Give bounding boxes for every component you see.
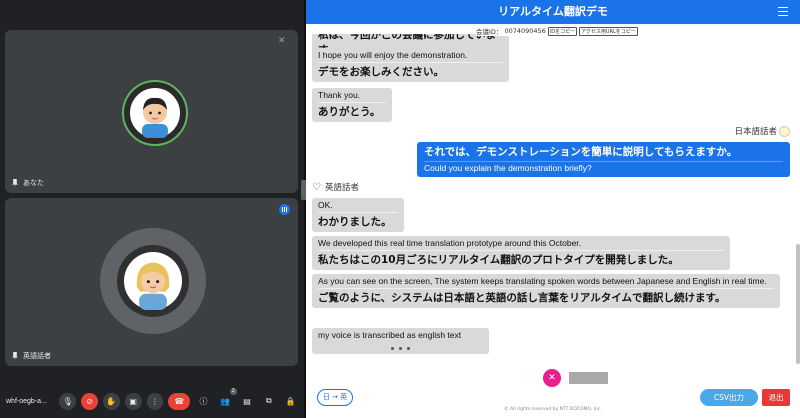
hang-up-icon[interactable]: ☎	[168, 392, 191, 410]
camera-off-icon[interactable]: ⊘	[81, 392, 98, 410]
chat-bubble: Thank you. ありがとう。	[312, 88, 392, 122]
audio-level-bar	[569, 372, 608, 384]
message-en: Could you explain the demonstration brie…	[424, 163, 592, 173]
participant-name: 英語話者	[23, 353, 51, 360]
pin-icon	[12, 352, 18, 360]
chat-bubble: As you can see on the screen, The system…	[312, 274, 780, 308]
copyright: © All rights reserved by NTT DOCOMO, Inc…	[504, 407, 602, 412]
speaker-avatar-icon: ♡	[312, 181, 321, 193]
meeting-id-label: 会議ID：	[476, 28, 503, 36]
meeting-info: 会議ID： 0074090456 IDをコピー アクセス用URLをコピー	[476, 26, 638, 36]
avatar-remote	[117, 245, 189, 317]
app-title: リアルタイム翻訳デモ	[498, 5, 608, 18]
message-en: As you can see on the screen, The system…	[318, 276, 774, 289]
typing-indicator	[318, 344, 483, 352]
video-tile-remote[interactable]: 英語話者	[5, 198, 298, 366]
people-icon[interactable]: 👥 2	[217, 387, 237, 410]
speaker-name: 英語話者	[325, 183, 360, 193]
speaker-name: 日本語話者	[734, 127, 777, 137]
activities-icon[interactable]: ⧉	[260, 393, 277, 410]
csv-export-button[interactable]: CSV出力	[700, 389, 758, 406]
message-en: We developed this real time translation …	[318, 238, 724, 251]
info-icon[interactable]: ⓘ	[195, 393, 212, 410]
chat-bubble-self: それでは、デモンストレーションを簡単に説明してもらえますか。 Could you…	[417, 142, 790, 177]
chat-bubble: I hope you will enjoy the demonstration.…	[312, 48, 509, 82]
pin-icon	[12, 179, 18, 187]
name-tag: 英語話者	[12, 351, 51, 361]
app-header: リアルタイム翻訳デモ	[306, 0, 800, 24]
name-tag: あなた	[12, 178, 44, 188]
message-en: my voice is transcribed as english text	[318, 330, 462, 340]
message-ja: ありがとう。	[318, 106, 381, 118]
lock-icon[interactable]: 🔒	[282, 393, 299, 410]
translation-app: リアルタイム翻訳デモ 会議ID： 0074090456 IDをコピー アクセス用…	[306, 0, 800, 418]
copy-id-button[interactable]: IDをコピー	[547, 26, 578, 36]
mic-icon[interactable]: 🎙	[59, 392, 77, 410]
video-tile-self[interactable]: ✕ あなた	[5, 30, 298, 193]
speaker-label-en: ♡ 英語話者	[312, 181, 360, 194]
boy-avatar-icon	[130, 88, 180, 138]
chat-bubble: We developed this real time translation …	[312, 236, 730, 270]
scrollbar[interactable]	[796, 244, 800, 364]
speaking-indicator-icon	[279, 204, 290, 215]
message-ja: わかりました。	[318, 216, 392, 228]
meeting-code: whf-oegb-a...	[6, 397, 47, 405]
message-ja: デモをお楽しみください。	[318, 66, 444, 78]
message-ja: ご覧のように、システムは日本語と英語の話し言葉をリアルタイムで翻訳し続けます。	[318, 292, 726, 304]
present-icon[interactable]: ▣	[124, 392, 142, 410]
meet-control-bar: whf-oegb-a... 🎙 ⊘ ✋ ▣ ⋮ ☎ ⓘ 👥 2 ▤ ⧉ 🔒	[0, 384, 304, 418]
speaker-label-ja: 日本語話者	[734, 125, 790, 137]
message-en: Thank you.	[318, 90, 386, 103]
mic-off-icon[interactable]: ✕	[543, 369, 561, 387]
menu-icon[interactable]	[778, 7, 788, 16]
speaker-avatar-icon	[779, 125, 790, 137]
language-direction-button[interactable]: 日 → 英	[317, 389, 353, 406]
meeting-id: 0074090456	[504, 27, 546, 35]
mic-muted-icon: ✕	[278, 36, 286, 46]
speaking-ring	[100, 228, 206, 334]
message-en: I hope you will enjoy the demonstration.	[318, 50, 503, 63]
chat-icon[interactable]: ▤	[239, 393, 256, 410]
meet-panel: ✕ あなた 英語話者 whf-oegb-a... 🎙 ⊘ ✋ ▣ ⋮ ☎ ⓘ 👥…	[0, 0, 304, 418]
chat-bubble-interim: my voice is transcribed as english text	[312, 328, 489, 354]
participant-name: あなた	[23, 180, 44, 187]
chat-bubble: OK. わかりました。	[312, 198, 404, 232]
message-en: OK.	[318, 200, 398, 213]
avatar-self	[122, 80, 188, 146]
more-options-icon[interactable]: ⋮	[146, 392, 164, 410]
message-ja: 私たちはこの10月ごろにリアルタイム翻訳のプロトタイプを開発しました。	[318, 254, 679, 266]
participant-count: 2	[229, 387, 237, 395]
message-ja: それでは、デモンストレーションを簡単に説明してもらえますか。	[424, 144, 783, 162]
chat-log[interactable]: 私は、今回がこの会議に参加しています。 I hope you will enjo…	[306, 34, 800, 364]
girl-avatar-icon	[124, 252, 182, 310]
hand-raise-icon[interactable]: ✋	[102, 392, 120, 410]
exit-button[interactable]: 退出	[762, 389, 790, 406]
copy-url-button[interactable]: アクセス用URLをコピー	[579, 26, 638, 36]
